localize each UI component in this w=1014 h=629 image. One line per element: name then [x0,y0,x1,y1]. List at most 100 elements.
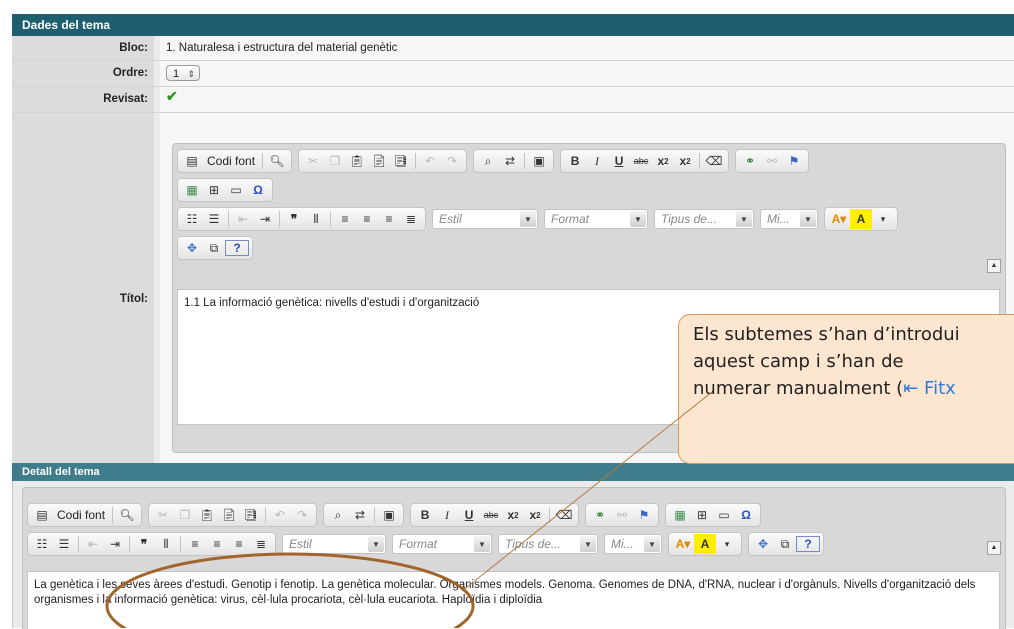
chevron-down-icon[interactable]: ▾ [716,534,738,554]
collapse-toolbar-icon[interactable]: ▲ [987,259,1001,273]
maximize-icon[interactable]: ✥ [752,534,774,554]
replace-icon[interactable]: ⇄ [349,505,371,525]
table-icon[interactable]: ⊞ [203,180,225,200]
strike-button[interactable]: abc [480,505,502,525]
hr-icon[interactable]: ▭ [225,180,247,200]
underline-button[interactable]: U [608,151,630,171]
align-left-icon[interactable]: ≡ [334,209,356,229]
source-icon[interactable]: ▤ [31,505,53,525]
style-combo[interactable]: Estil ▼ [432,209,538,229]
outdent-icon[interactable]: ⇤ [82,534,104,554]
preview-icon[interactable]: 🔍︎ [266,151,288,171]
anchor-flag-icon[interactable]: ⚑ [783,151,805,171]
superscript-button[interactable]: x2 [674,151,696,171]
subscript-button[interactable]: x2 [502,505,524,525]
blockquote-icon[interactable]: ❞ [283,209,305,229]
source-button[interactable]: Codi font [53,508,109,522]
paste-text-icon[interactable]: 📄︎ [368,151,390,171]
size-combo[interactable]: Mi... ▼ [760,209,818,229]
detail-content-area[interactable]: La genètica i les seves àrees d'estudi. … [27,571,1000,629]
copy-icon[interactable]: ❐ [174,505,196,525]
link-icon[interactable]: ⚭ [739,151,761,171]
bold-button[interactable]: B [414,505,436,525]
omega-icon[interactable]: Ω [735,505,757,525]
show-blocks-icon[interactable]: ⧉ [774,534,796,554]
image-icon[interactable]: ▦ [669,505,691,525]
undo-icon[interactable]: ↶ [419,151,441,171]
format-combo[interactable]: Format ▼ [392,534,492,554]
select-all-icon[interactable]: ▣ [528,151,550,171]
replace-icon[interactable]: ⇄ [499,151,521,171]
font-combo[interactable]: Tipus de... ▼ [654,209,754,229]
bg-color-icon[interactable]: A [694,534,716,554]
copy-icon[interactable]: ❐ [324,151,346,171]
strike-button[interactable]: abc [630,151,652,171]
unlink-icon[interactable]: ⚯ [761,151,783,171]
underline-button[interactable]: U [458,505,480,525]
paste-word-icon[interactable]: 📑︎ [390,151,412,171]
redo-icon[interactable]: ↷ [291,505,313,525]
ordre-select[interactable]: 1 ⇕ [166,65,200,81]
align-left-icon[interactable]: ≡ [184,534,206,554]
source-icon[interactable]: ▤ [181,151,203,171]
bullet-list-icon[interactable]: ☰ [203,209,225,229]
div-icon[interactable]: ⦀ [305,209,327,229]
paste-icon[interactable]: 📋︎ [346,151,368,171]
cut-icon[interactable]: ✂ [302,151,324,171]
eraser-icon[interactable]: ⌫ [553,505,575,525]
size-combo[interactable]: Mi... ▼ [604,534,662,554]
text-color-icon[interactable]: A▾ [828,209,850,229]
unlink-icon[interactable]: ⚯ [611,505,633,525]
undo-icon[interactable]: ↶ [269,505,291,525]
callout-link[interactable]: ⇤ Fitx [903,378,956,399]
align-right-icon[interactable]: ≡ [228,534,250,554]
outdent-icon[interactable]: ⇤ [232,209,254,229]
format-combo[interactable]: Format ▼ [544,209,648,229]
align-center-icon[interactable]: ≡ [356,209,378,229]
hr-icon[interactable]: ▭ [713,505,735,525]
anchor-flag-icon[interactable]: ⚑ [633,505,655,525]
numbered-list-icon[interactable]: ☷ [31,534,53,554]
div-icon[interactable]: ⦀ [155,534,177,554]
text-color-icon[interactable]: A▾ [672,534,694,554]
paste-word-icon[interactable]: 📑︎ [240,505,262,525]
style-combo[interactable]: Estil ▼ [282,534,386,554]
bold-button[interactable]: B [564,151,586,171]
help-icon[interactable]: ? [225,240,249,256]
align-right-icon[interactable]: ≡ [378,209,400,229]
maximize-icon[interactable]: ✥ [181,238,203,258]
chevron-down-icon[interactable]: ▾ [872,209,894,229]
omega-icon[interactable]: Ω [247,180,269,200]
image-icon[interactable]: ▦ [181,180,203,200]
indent-icon[interactable]: ⇥ [104,534,126,554]
paste-text-icon[interactable]: 📄︎ [218,505,240,525]
font-combo[interactable]: Tipus de... ▼ [498,534,598,554]
help-icon[interactable]: ? [796,536,820,552]
align-justify-icon[interactable]: ≣ [400,209,422,229]
blockquote-icon[interactable]: ❞ [133,534,155,554]
paste-icon[interactable]: 📋︎ [196,505,218,525]
cut-icon[interactable]: ✂ [152,505,174,525]
eraser-icon[interactable]: ⌫ [703,151,725,171]
select-all-icon[interactable]: ▣ [378,505,400,525]
link-icon[interactable]: ⚭ [589,505,611,525]
preview-icon[interactable]: 🔍︎ [116,505,138,525]
italic-button[interactable]: I [436,505,458,525]
superscript-button[interactable]: x2 [524,505,546,525]
callout-line-2: aquest camp i s’han de [693,351,904,372]
find-icon[interactable]: ⌕ [477,151,499,171]
redo-icon[interactable]: ↷ [441,151,463,171]
table-icon[interactable]: ⊞ [691,505,713,525]
bullet-list-icon[interactable]: ☰ [53,534,75,554]
collapse-toolbar-icon[interactable]: ▲ [987,541,1001,555]
find-icon[interactable]: ⌕ [327,505,349,525]
subscript-button[interactable]: x2 [652,151,674,171]
source-button[interactable]: Codi font [203,154,259,168]
numbered-list-icon[interactable]: ☷ [181,209,203,229]
italic-button[interactable]: I [586,151,608,171]
bg-color-icon[interactable]: A [850,209,872,229]
align-center-icon[interactable]: ≡ [206,534,228,554]
align-justify-icon[interactable]: ≣ [250,534,272,554]
show-blocks-icon[interactable]: ⧉ [203,238,225,258]
indent-icon[interactable]: ⇥ [254,209,276,229]
